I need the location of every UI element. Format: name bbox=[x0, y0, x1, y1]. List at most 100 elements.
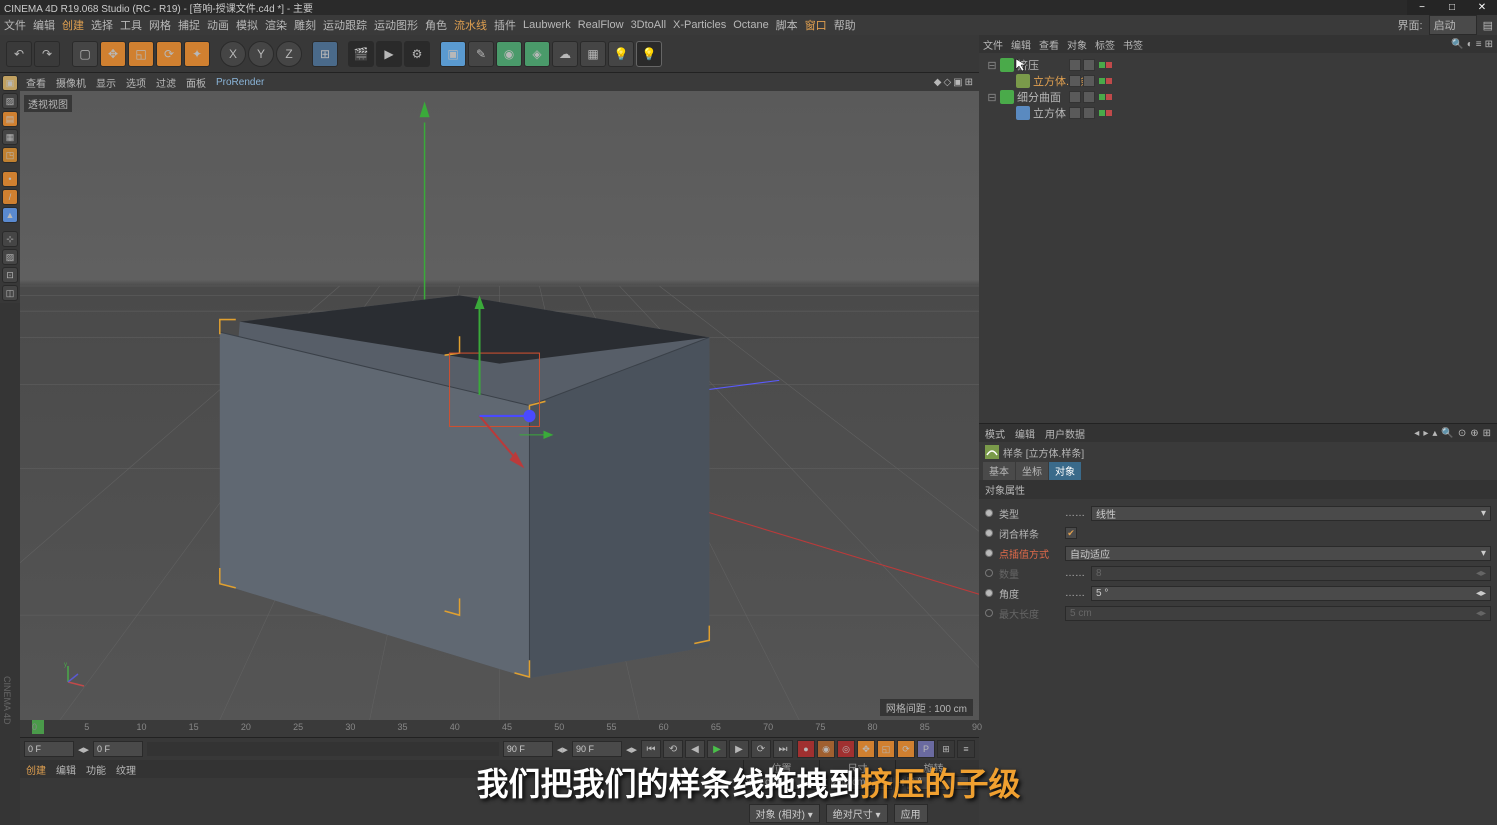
attr-tab[interactable]: 用户数据 bbox=[1045, 426, 1085, 441]
menu-item[interactable]: X-Particles bbox=[673, 19, 726, 31]
viewport-solo[interactable]: ▨ bbox=[2, 249, 18, 265]
menu-item[interactable]: 选择 bbox=[91, 17, 113, 33]
menu-item[interactable]: 流水线 bbox=[454, 17, 487, 33]
anim-dot[interactable] bbox=[985, 609, 993, 617]
pos-key-button[interactable]: ✥ bbox=[857, 740, 875, 758]
attr-subtab[interactable]: 基本 bbox=[983, 462, 1015, 480]
time-range-slider[interactable] bbox=[147, 742, 499, 756]
visibility-dot[interactable] bbox=[1099, 62, 1105, 68]
tag-icon[interactable] bbox=[1083, 75, 1095, 87]
model-mode[interactable]: ▤ bbox=[2, 111, 18, 127]
menu-item[interactable]: 模拟 bbox=[236, 17, 258, 33]
viewmenu-item[interactable]: 过滤 bbox=[156, 75, 176, 90]
make-editable[interactable]: ▣ bbox=[2, 75, 18, 91]
enable-axis[interactable]: ⊹ bbox=[2, 231, 18, 247]
menu-item[interactable]: 网格 bbox=[149, 17, 171, 33]
viewport-perspective[interactable]: 透视视图 网格间距 : 100 cm y bbox=[20, 91, 979, 720]
visibility-dot[interactable] bbox=[1106, 94, 1112, 100]
interp-dropdown[interactable]: 自动适应▾ bbox=[1065, 546, 1491, 561]
expand-toggle[interactable]: ⊟ bbox=[987, 91, 997, 104]
attr-subtab[interactable]: 坐标 bbox=[1016, 462, 1048, 480]
time-ruler[interactable]: 051015202530354045505560657075808590 bbox=[20, 720, 979, 738]
next-icon[interactable]: ▸ bbox=[1423, 428, 1428, 439]
render-region[interactable]: ▶ bbox=[376, 41, 402, 67]
expand-icon[interactable]: ⊞ bbox=[1483, 428, 1491, 439]
play-button[interactable]: ▶ bbox=[707, 740, 727, 758]
menu-item[interactable]: 动画 bbox=[207, 17, 229, 33]
menu-item[interactable]: 捕捉 bbox=[178, 17, 200, 33]
view-config4-icon[interactable]: ⊞ bbox=[965, 77, 973, 88]
render-view[interactable]: 🎬 bbox=[348, 41, 374, 67]
visibility-dot[interactable] bbox=[1099, 94, 1105, 100]
search2-icon[interactable]: 🔍 bbox=[1441, 428, 1453, 439]
lock-icon[interactable]: ⊙ bbox=[1458, 428, 1466, 439]
menu-item[interactable]: 创建 bbox=[62, 17, 84, 33]
render-settings[interactable]: ⚙ bbox=[404, 41, 430, 67]
camera[interactable]: ▦ bbox=[580, 41, 606, 67]
up-icon[interactable]: ▴ bbox=[1432, 428, 1437, 439]
menu-item[interactable]: Laubwerk bbox=[523, 19, 571, 31]
tag-icon[interactable] bbox=[1069, 107, 1081, 119]
close-panel-icon[interactable]: ⊞ bbox=[1485, 39, 1493, 50]
tree-row[interactable]: 立方体 bbox=[983, 105, 1493, 121]
object-name[interactable]: 细分曲面 bbox=[1017, 89, 1061, 105]
visibility-dot[interactable] bbox=[1106, 62, 1112, 68]
attr-tab[interactable]: 模式 bbox=[985, 426, 1005, 441]
maximize-button[interactable]: □ bbox=[1437, 0, 1467, 15]
edge-mode[interactable]: / bbox=[2, 189, 18, 205]
angle-field[interactable]: 5 °◂▸ bbox=[1091, 586, 1491, 601]
tag-icon[interactable] bbox=[1083, 91, 1095, 103]
material-tab[interactable]: 创建 bbox=[26, 762, 46, 777]
tag-icon[interactable] bbox=[1069, 91, 1081, 103]
attr-tab[interactable]: 编辑 bbox=[1015, 426, 1035, 441]
viewmenu-item[interactable]: 查看 bbox=[26, 75, 46, 90]
tag-icon[interactable] bbox=[1069, 59, 1081, 71]
tree-row[interactable]: ⊟ 细分曲面 bbox=[983, 89, 1493, 105]
view-config3-icon[interactable]: ▣ bbox=[953, 77, 962, 88]
z-lock[interactable]: Z bbox=[276, 41, 302, 67]
material-tab[interactable]: 功能 bbox=[86, 762, 106, 777]
redo-button[interactable]: ↷ bbox=[34, 41, 60, 67]
spline-tool[interactable]: ✎ bbox=[468, 41, 494, 67]
objmgr-tab[interactable]: 文件 bbox=[983, 37, 1003, 52]
start-frame[interactable]: 0 F bbox=[24, 741, 74, 757]
prev-icon[interactable]: ◂ bbox=[1414, 428, 1419, 439]
snap-toggle[interactable]: ⊡ bbox=[2, 267, 18, 283]
menu-item[interactable]: 文件 bbox=[4, 17, 26, 33]
anim-dot[interactable] bbox=[985, 569, 993, 577]
menu-item[interactable]: 运动跟踪 bbox=[323, 17, 367, 33]
menu-item[interactable]: 帮助 bbox=[834, 17, 856, 33]
range-start[interactable]: 0 F bbox=[93, 741, 143, 757]
objmgr-tab[interactable]: 对象 bbox=[1067, 37, 1087, 52]
layout-select[interactable]: 启动 bbox=[1429, 15, 1477, 35]
environment[interactable]: ☁ bbox=[552, 41, 578, 67]
cube-primitive[interactable]: ▣ bbox=[440, 41, 466, 67]
menu-item[interactable]: 工具 bbox=[120, 17, 142, 33]
viewmenu-item[interactable]: 面板 bbox=[186, 75, 206, 90]
menu-item[interactable]: 雕刻 bbox=[294, 17, 316, 33]
goto-end-button[interactable]: ⏭ bbox=[773, 740, 793, 758]
toggle-light[interactable]: 💡 bbox=[636, 41, 662, 67]
tree-row[interactable]: ⊟挤压 bbox=[983, 57, 1493, 73]
filter-icon[interactable]: ≡ bbox=[1476, 39, 1482, 50]
y-lock[interactable]: Y bbox=[248, 41, 274, 67]
select-tool[interactable]: ▢ bbox=[72, 41, 98, 67]
scale-tool[interactable]: ◱ bbox=[128, 41, 154, 67]
anim-dot[interactable] bbox=[985, 549, 993, 557]
tag-icon[interactable] bbox=[1083, 59, 1095, 71]
rotate-tool[interactable]: ⟳ bbox=[156, 41, 182, 67]
autokey-button[interactable]: ◉ bbox=[817, 740, 835, 758]
menu-item[interactable]: 运动图形 bbox=[374, 17, 418, 33]
workplane[interactable]: ◫ bbox=[2, 285, 18, 301]
close-button[interactable]: ✕ bbox=[1467, 0, 1497, 15]
stepper-icon[interactable]: ◂▸ bbox=[557, 743, 568, 756]
point-mode[interactable]: • bbox=[2, 171, 18, 187]
view-config-icon[interactable]: ◆ bbox=[934, 77, 942, 88]
visibility-dot[interactable] bbox=[1106, 78, 1112, 84]
keysel-button[interactable]: ◎ bbox=[837, 740, 855, 758]
menu-item[interactable]: 渲染 bbox=[265, 17, 287, 33]
size-mode-dropdown[interactable]: 绝对尺寸 ▾ bbox=[826, 804, 888, 823]
undo-button[interactable]: ↶ bbox=[6, 41, 32, 67]
workplane-mode[interactable]: ◳ bbox=[2, 147, 18, 163]
record-button[interactable]: ● bbox=[797, 740, 815, 758]
